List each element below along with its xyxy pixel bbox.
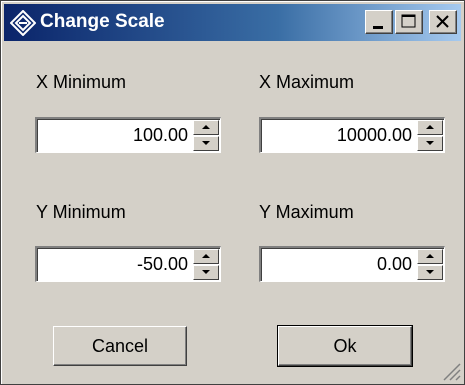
y-maximum-spin-buttons xyxy=(417,249,443,280)
x-minimum-spinbox xyxy=(35,117,221,153)
change-scale-dialog: Change Scale X Minimum X Maximum xyxy=(0,0,465,385)
y-minimum-increment-button[interactable] xyxy=(193,249,219,264)
window-title: Change Scale xyxy=(40,11,165,32)
minimize-icon xyxy=(373,26,383,29)
y-minimum-spin-buttons xyxy=(193,249,219,280)
x-minimum-label: X Minimum xyxy=(36,72,127,92)
title-bar[interactable]: Change Scale xyxy=(4,4,461,41)
x-maximum-increment-button[interactable] xyxy=(417,120,443,135)
arrow-down-icon xyxy=(202,270,210,274)
minimize-button[interactable] xyxy=(365,10,393,34)
x-maximum-decrement-button[interactable] xyxy=(417,136,443,151)
y-maximum-label: Y Maximum xyxy=(259,202,354,222)
x-maximum-input[interactable] xyxy=(263,122,414,148)
close-button[interactable] xyxy=(429,10,457,34)
y-maximum-decrement-button[interactable] xyxy=(417,265,443,280)
x-maximum-spinbox xyxy=(259,117,445,153)
x-minimum-increment-button[interactable] xyxy=(193,120,219,135)
y-minimum-decrement-button[interactable] xyxy=(193,265,219,280)
y-minimum-input[interactable] xyxy=(39,251,190,277)
maximize-button[interactable] xyxy=(395,10,423,34)
cancel-button[interactable]: Cancel xyxy=(53,326,187,366)
arrow-down-icon xyxy=(426,141,434,145)
arrow-down-icon xyxy=(426,270,434,274)
arrow-up-icon xyxy=(202,125,210,129)
x-maximum-spin-buttons xyxy=(417,120,443,151)
x-minimum-decrement-button[interactable] xyxy=(193,136,219,151)
rohde-schwarz-diamond-icon xyxy=(10,10,36,36)
arrow-up-icon xyxy=(426,125,434,129)
y-minimum-label: Y Minimum xyxy=(36,202,126,222)
y-maximum-spinbox xyxy=(259,246,445,282)
ok-button[interactable]: Ok xyxy=(277,325,413,367)
maximize-icon xyxy=(401,14,416,28)
x-minimum-input[interactable] xyxy=(39,122,190,148)
close-icon xyxy=(436,15,449,28)
y-maximum-increment-button[interactable] xyxy=(417,249,443,264)
y-minimum-spinbox xyxy=(35,246,221,282)
x-maximum-label: X Maximum xyxy=(259,72,355,92)
arrow-down-icon xyxy=(202,141,210,145)
y-maximum-input[interactable] xyxy=(263,251,414,277)
arrow-up-icon xyxy=(426,254,434,258)
x-minimum-spin-buttons xyxy=(193,120,219,151)
resize-grip-icon[interactable] xyxy=(440,360,462,382)
arrow-up-icon xyxy=(202,254,210,258)
